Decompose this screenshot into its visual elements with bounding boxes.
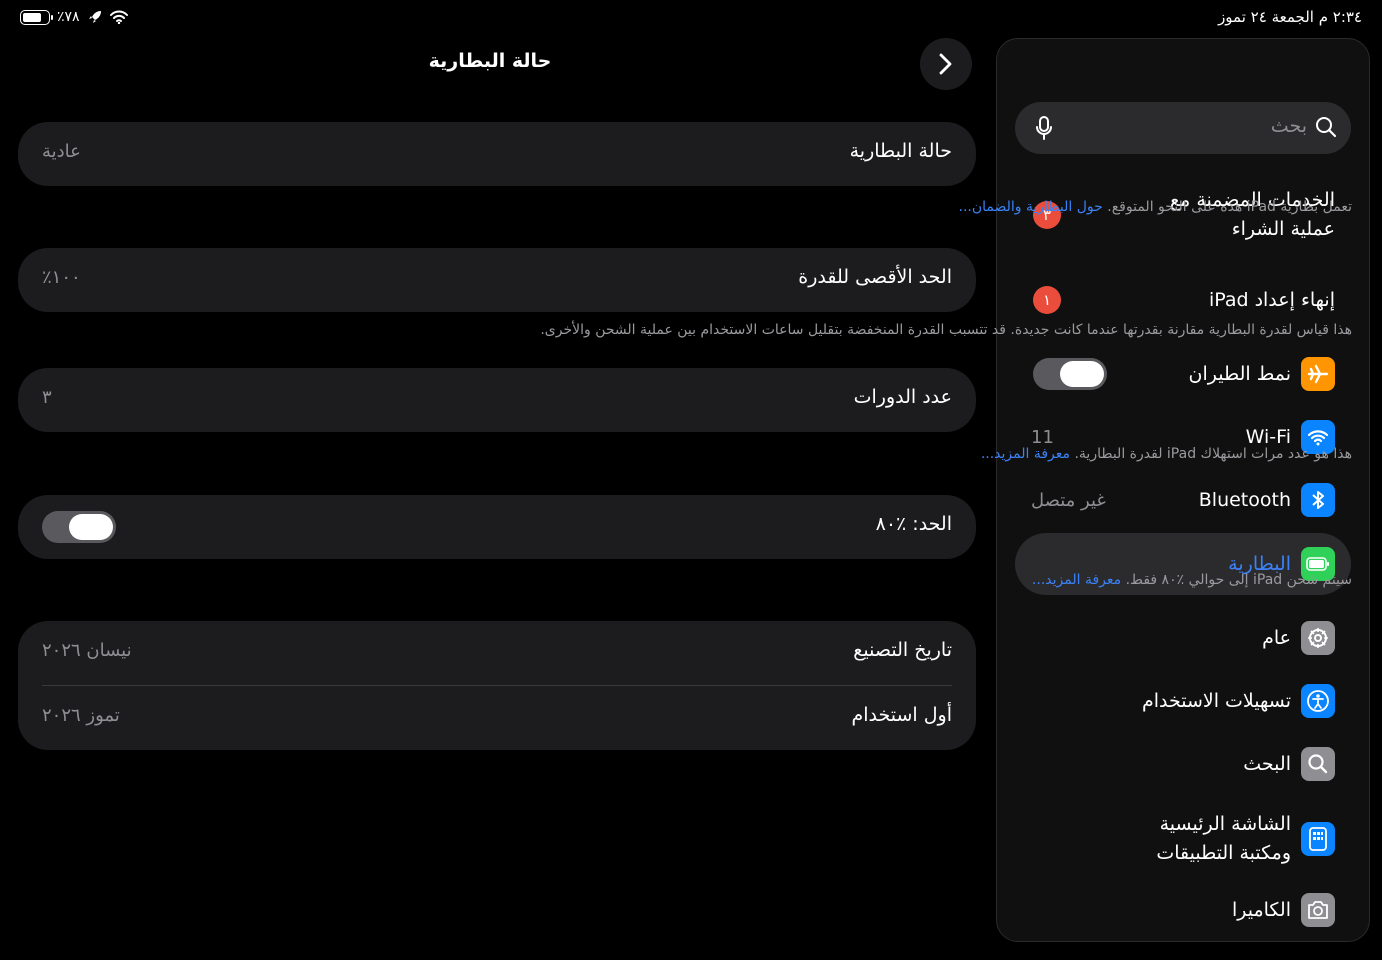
- row-key: الحد الأقصى للقدرة: [798, 266, 952, 288]
- sidebar-item-label: الشاشة الرئيسية: [1159, 813, 1291, 835]
- camera-icon: [1301, 893, 1335, 927]
- charge-limit-row: الحد: ٪٨٠: [18, 495, 976, 559]
- battery-health-note: تعمل بطارية iPad هذه على النحو المتوقع. …: [959, 199, 1352, 215]
- row-key: أول استخدام: [851, 704, 952, 726]
- row-value: عادية: [42, 141, 81, 162]
- page-title: حالة البطارية: [428, 50, 552, 72]
- sidebar-item-label: Bluetooth: [1198, 489, 1291, 511]
- battery-health-row: حالة البطارية عادية: [18, 122, 976, 186]
- airplane-mode-toggle[interactable]: [1033, 358, 1107, 390]
- note-text: سيتم شحن iPad إلى حوالي ٪٨٠ فقط.: [1125, 572, 1352, 588]
- sidebar-item-label-line2: ومكتبة التطبيقات: [1156, 842, 1291, 864]
- learn-more-link[interactable]: معرفة المزيد...: [1032, 572, 1121, 588]
- sidebar-item-bluetooth[interactable]: Bluetooth غير متصل: [1031, 483, 1335, 517]
- gear-icon: [1301, 621, 1335, 655]
- home-screen-icon: [1301, 822, 1335, 856]
- sidebar-item-label: عام: [1262, 627, 1291, 649]
- row-value: نيسان ٢٠٢٦: [42, 640, 132, 661]
- sidebar-item-label: إنهاء إعداد iPad: [1208, 289, 1335, 311]
- search-icon: [1316, 117, 1337, 138]
- battery-health-card: حالة البطارية عادية: [18, 122, 976, 186]
- accessibility-icon: [1301, 684, 1335, 718]
- row-key: حالة البطارية: [849, 140, 952, 162]
- row-key: تاريخ التصنيع: [853, 639, 952, 661]
- rocket-icon: [88, 11, 101, 23]
- sidebar-item-label-line2: عملية الشراء: [1231, 218, 1335, 240]
- back-button[interactable]: [920, 38, 972, 90]
- charge-limit-note: سيتم شحن iPad إلى حوالي ٪٨٠ فقط. معرفة ا…: [1032, 572, 1352, 588]
- chevron-right-icon: [939, 53, 952, 75]
- wifi-status-icon: [109, 10, 128, 24]
- row-key: الحد: ٪٨٠: [875, 513, 952, 535]
- learn-more-link[interactable]: معرفة المزيد...: [981, 446, 1070, 462]
- max-capacity-row: الحد الأقصى للقدرة ٪١٠٠: [18, 248, 976, 312]
- sidebar-item-label: الكاميرا: [1231, 899, 1291, 921]
- manufacture-date-row: تاريخ التصنيع نيسان ٢٠٢٦: [18, 621, 976, 685]
- row-value: ٣: [42, 387, 52, 408]
- microphone-icon[interactable]: [1035, 115, 1053, 141]
- settings-sidebar: بحث الخدمات المضمنة مع عملية الشراء ٣ إن…: [996, 38, 1370, 942]
- battery-dates-card: تاريخ التصنيع نيسان ٢٠٢٦ أول استخدام تمو…: [18, 621, 976, 750]
- max-capacity-card: الحد الأقصى للقدرة ٪١٠٠: [18, 248, 976, 312]
- bluetooth-icon: [1301, 483, 1335, 517]
- wifi-network-name: 11: [1031, 426, 1054, 448]
- sidebar-item-label: نمط الطيران: [1188, 363, 1291, 385]
- search-icon: [1301, 747, 1335, 781]
- sidebar-item-general[interactable]: عام: [1031, 621, 1335, 655]
- max-capacity-note: هذا قياس لقدرة البطارية مقارنة بقدرتها ع…: [540, 322, 1352, 338]
- sidebar-item-purchase-services[interactable]: الخدمات المضمنة مع عملية الشراء ٣: [1031, 187, 1335, 243]
- sidebar-item-accessibility[interactable]: تسهيلات الاستخدام: [1031, 684, 1335, 718]
- cycle-count-row: عدد الدورات ٣: [18, 368, 976, 432]
- battery-percent: ٪٧٨: [57, 9, 80, 25]
- notification-badge: ١: [1033, 286, 1061, 314]
- sidebar-item-search[interactable]: البحث: [1031, 747, 1335, 781]
- charge-limit-card: الحد: ٪٨٠: [18, 495, 976, 559]
- airplane-icon: [1301, 357, 1335, 391]
- status-bar-left: ٪٧٨: [20, 9, 128, 25]
- bluetooth-status: غير متصل: [1031, 489, 1106, 511]
- datetime: ٢:٣٤ م الجمعة ٢٤ تموز: [1218, 8, 1362, 26]
- sidebar-item-label: Wi-Fi: [1245, 426, 1291, 448]
- charge-limit-toggle[interactable]: [42, 511, 116, 543]
- first-use-row: أول استخدام تموز ٢٠٢٦: [18, 686, 976, 750]
- note-text: هذا هو عدد مرات استهلاك iPad لقدرة البطا…: [1074, 446, 1352, 462]
- battery-status-icon: [20, 9, 53, 25]
- note-text: تعمل بطارية iPad هذه على النحو المتوقع.: [1107, 199, 1352, 215]
- row-value: ٪١٠٠: [42, 267, 81, 288]
- sidebar-item-camera[interactable]: الكاميرا: [1031, 893, 1335, 927]
- search-field[interactable]: بحث: [1015, 102, 1351, 154]
- sidebar-item-label: البحث: [1243, 753, 1291, 775]
- sidebar-item-airplane-mode[interactable]: نمط الطيران: [1031, 357, 1335, 391]
- sidebar-item-home-screen[interactable]: الشاشة الرئيسية ومكتبة التطبيقات: [1031, 809, 1335, 869]
- search-placeholder: بحث: [1270, 115, 1307, 137]
- cycle-count-card: عدد الدورات ٣: [18, 368, 976, 432]
- row-key: عدد الدورات: [853, 386, 952, 408]
- sidebar-item-finish-setup[interactable]: إنهاء إعداد iPad ١: [1031, 283, 1335, 317]
- cycle-count-note: هذا هو عدد مرات استهلاك iPad لقدرة البطا…: [981, 446, 1352, 462]
- battery-warranty-link[interactable]: حول البطارية والضمان...: [959, 199, 1103, 215]
- sidebar-item-label: تسهيلات الاستخدام: [1141, 690, 1291, 712]
- row-value: تموز ٢٠٢٦: [42, 705, 120, 726]
